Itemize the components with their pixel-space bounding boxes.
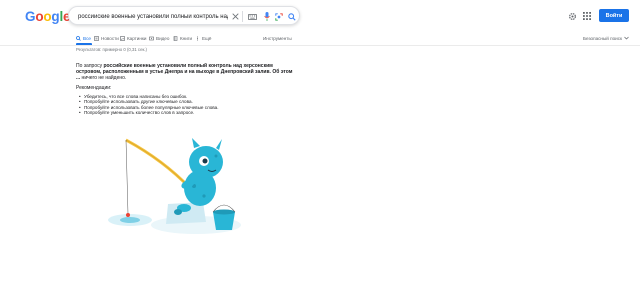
logo-letter: G [25, 9, 36, 24]
video-icon [149, 36, 154, 40]
keyboard-icon[interactable] [246, 10, 259, 23]
safesearch-label: Безопасный поиск [583, 35, 623, 41]
more-icon [197, 36, 198, 40]
search-box[interactable] [68, 6, 300, 25]
recommendations-title: Рекомендации: [76, 85, 112, 91]
signin-button[interactable]: Войти [599, 9, 629, 22]
news-icon [94, 35, 99, 41]
tab-tools[interactable]: Инструменты [263, 32, 292, 44]
tab-images[interactable]: Картинки [120, 32, 146, 44]
list-item: Попробуйте уменьшить количество слов в з… [79, 110, 219, 115]
tab-video[interactable]: Видео [149, 32, 169, 44]
tab-label: Инструменты [263, 35, 292, 41]
tab-label: Книги [180, 35, 193, 41]
image-icon [120, 35, 125, 41]
no-results-message: По запросу российские военные установили… [76, 63, 296, 81]
tab-label: Все [83, 35, 91, 41]
search-input[interactable] [78, 11, 228, 22]
book-icon [173, 35, 178, 41]
close-icon[interactable] [229, 10, 242, 23]
lens-icon[interactable] [272, 10, 285, 23]
chevron-down-icon [624, 36, 629, 40]
search-icon [76, 35, 81, 41]
tab-label: Ещё [202, 35, 212, 41]
google-logo[interactable]: Google [25, 9, 71, 24]
tab-more[interactable]: Ещё [195, 32, 211, 44]
gear-icon[interactable] [565, 9, 579, 23]
tab-news[interactable]: Новости [94, 32, 119, 44]
tab-label: Видео [156, 35, 170, 41]
search-divider [242, 11, 243, 22]
active-tab-indicator [76, 43, 92, 45]
fishing-mascot-illustration [108, 138, 241, 234]
tab-books[interactable]: Книги [173, 32, 192, 44]
tab-label: Новости [101, 35, 119, 41]
apps-grid-icon[interactable] [580, 9, 594, 23]
safesearch-dropdown[interactable]: Безопасный поиск [583, 32, 629, 44]
recommendations-list: Убедитесь, что все слова написаны без ош… [79, 94, 219, 116]
result-stats: Результатов: примерно 0 (0,31 сек.) [76, 47, 147, 52]
tab-label: Картинки [127, 35, 147, 41]
message-suffix: ничего не найдено. [80, 75, 127, 82]
search-icon[interactable] [285, 10, 298, 23]
